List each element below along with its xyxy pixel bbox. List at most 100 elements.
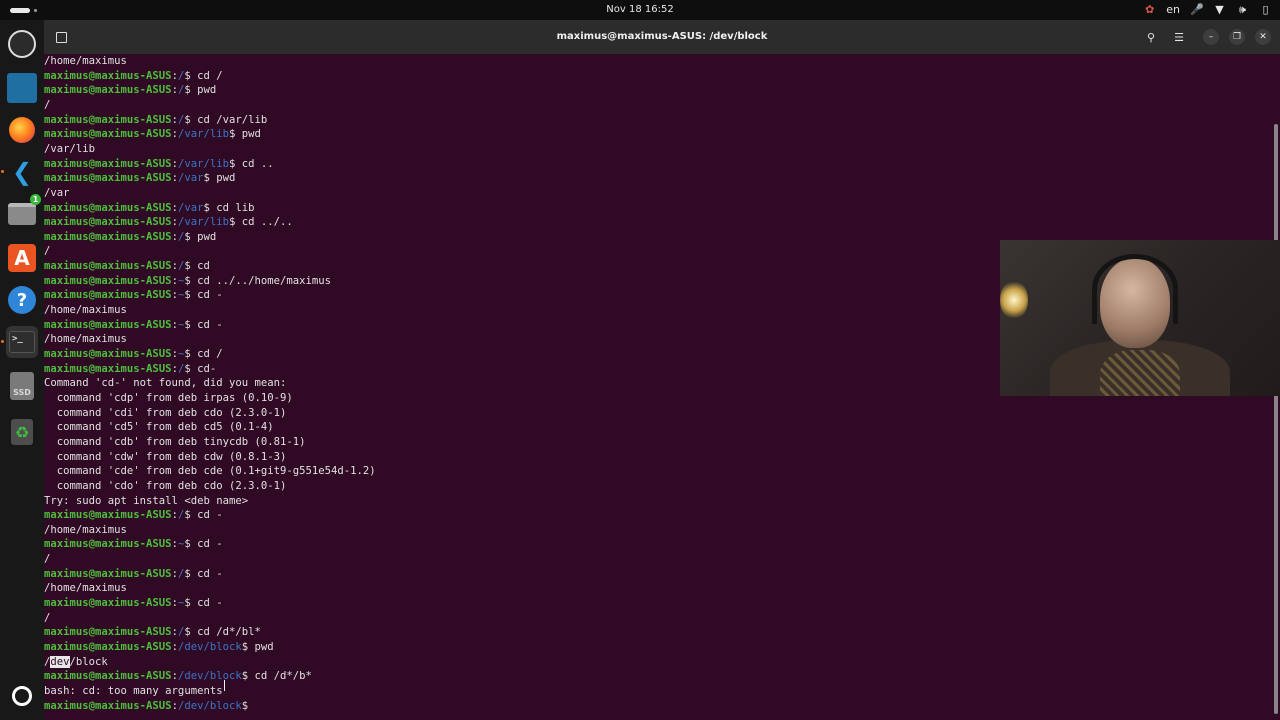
command-text: cd lib <box>216 201 255 214</box>
output-line: / <box>44 244 50 258</box>
prompt-line: maximus@maximus-ASUS:/$ cd - <box>44 567 223 581</box>
dock-item-help[interactable]: ? <box>6 284 38 316</box>
minimize-button[interactable]: – <box>1203 29 1219 45</box>
firefox-icon <box>9 117 35 143</box>
lamp-light <box>1000 280 1028 320</box>
prompt-line: maximus@maximus-ASUS:~$ cd ../../home/ma… <box>44 274 331 288</box>
prompt-symbol: $ <box>203 201 217 214</box>
ssd-icon: SSD <box>10 372 34 400</box>
output-text: /block <box>69 655 108 668</box>
prompt-symbol: $ <box>184 348 198 360</box>
prompt-symbol: $ <box>203 172 217 185</box>
output-text: command 'cd5' from deb cd5 (0.1-4) <box>44 421 274 434</box>
prompt-symbol: $ <box>241 670 255 683</box>
mouse-cursor <box>224 680 225 691</box>
prompt-symbol: $ <box>184 626 198 639</box>
selected-text: dev <box>50 655 70 668</box>
output-line: command 'cdw' from deb cdw (0.8.1-3) <box>44 450 287 464</box>
output-line: / <box>44 611 50 625</box>
scrollbar[interactable] <box>1274 124 1278 714</box>
prompt-line: maximus@maximus-ASUS:/$ cd /var/lib <box>44 113 267 127</box>
prompt-user: maximus@maximus-ASUS <box>44 216 172 229</box>
prompt-user: maximus@maximus-ASUS <box>44 362 172 375</box>
microphone-icon[interactable]: 🎤 <box>1190 3 1204 16</box>
terminal-icon: >_ <box>9 331 35 353</box>
output-line: /var/lib <box>44 142 95 156</box>
files-icon <box>8 203 36 225</box>
prompt-user: maximus@maximus-ASUS <box>44 348 172 360</box>
prompt-line: maximus@maximus-ASUS:/$ cd- <box>44 362 216 376</box>
prompt-path: /dev/block <box>177 641 242 653</box>
prompt-user: maximus@maximus-ASUS <box>44 509 172 522</box>
output-line: / <box>44 552 50 566</box>
prompt-user: maximus@maximus-ASUS <box>44 538 172 551</box>
volume-icon[interactable]: 🕪 <box>1236 3 1249 16</box>
running-indicator <box>1 340 4 343</box>
shirt-pattern <box>1100 350 1180 396</box>
trash-icon: ♻ <box>11 419 33 445</box>
output-text: / <box>44 553 51 566</box>
command-text: pwd <box>254 641 274 653</box>
dock-item-obs[interactable] <box>6 28 38 60</box>
app-center-icon: A <box>8 244 36 272</box>
notification-badge: 1 <box>30 194 41 205</box>
clock[interactable]: Nov 18 16:52 <box>0 4 1280 15</box>
ubuntu-pro-icon[interactable]: ✿ <box>1143 3 1156 16</box>
output-text: /home/maximus <box>44 304 127 317</box>
command-text: cd - <box>197 289 223 302</box>
show-apps-button[interactable] <box>6 680 38 712</box>
prompt-line: maximus@maximus-ASUS:/$ cd <box>44 259 210 273</box>
close-icon: ✕ <box>1259 32 1267 42</box>
output-text: /home/maximus <box>44 55 127 67</box>
dock: ❮ 1 A ? >_ SSD ♻ <box>0 20 44 720</box>
battery-icon[interactable]: ▯ <box>1259 3 1272 16</box>
command-text: pwd <box>241 128 261 141</box>
dock-item-app-panel[interactable] <box>6 72 38 104</box>
system-tray[interactable]: ✿ en 🎤 ▼ 🕪 ▯ <box>1143 3 1272 16</box>
output-line: command 'cd5' from deb cd5 (0.1-4) <box>44 420 274 434</box>
dock-item-ssd[interactable]: SSD <box>6 370 38 402</box>
prompt-line: maximus@maximus-ASUS:/$ cd /d*/bl* <box>44 625 261 639</box>
output-line: command 'cde' from deb cde (0.1+git9-g55… <box>44 464 376 478</box>
prompt-user: maximus@maximus-ASUS <box>44 626 172 639</box>
prompt-user: maximus@maximus-ASUS <box>44 69 172 82</box>
output-line: Try: sudo apt install <deb name> <box>44 494 248 508</box>
restore-icon: ❐ <box>1232 32 1242 42</box>
prompt-line: maximus@maximus-ASUS:/$ pwd <box>44 83 216 97</box>
close-button[interactable]: ✕ <box>1255 29 1271 45</box>
command-text: cd- <box>197 362 217 375</box>
output-text: bash: cd: too many arguments <box>44 684 223 697</box>
prompt-symbol: $ <box>184 597 198 610</box>
command-text: pwd <box>197 230 217 243</box>
maximize-button[interactable]: ❐ <box>1229 29 1245 45</box>
search-icon: ⚲ <box>1146 30 1156 44</box>
prompt-path: /var/lib <box>177 216 229 229</box>
prompt-symbol: $ <box>184 230 198 243</box>
dock-item-terminal[interactable]: >_ <box>1 326 38 358</box>
dock-item-firefox[interactable] <box>6 114 38 146</box>
command-text: cd ../.. <box>241 216 293 229</box>
prompt-line: maximus@maximus-ASUS:~$ cd - <box>44 318 223 332</box>
search-button[interactable]: ⚲ <box>1140 27 1162 47</box>
prompt-user: maximus@maximus-ASUS <box>44 172 172 185</box>
dock-item-vscode[interactable]: ❮ <box>1 156 38 188</box>
prompt-line: maximus@maximus-ASUS:/$ cd - <box>44 508 223 522</box>
prompt-line: maximus@maximus-ASUS:/var$ cd lib <box>44 201 255 215</box>
input-language[interactable]: en <box>1166 3 1180 16</box>
command-text: cd - <box>197 597 223 610</box>
dock-item-files[interactable]: 1 <box>6 194 41 230</box>
dock-item-app-center[interactable]: A <box>6 242 38 274</box>
prompt-symbol: $ <box>184 260 198 273</box>
wifi-icon[interactable]: ▼ <box>1213 3 1226 16</box>
output-text: / <box>44 611 51 624</box>
obs-icon <box>8 30 36 58</box>
prompt-line: maximus@maximus-ASUS:/dev/block$ pwd <box>44 640 274 654</box>
menu-button[interactable]: ☰ <box>1168 27 1190 47</box>
output-text: /home/maximus <box>44 523 127 536</box>
dock-item-trash[interactable]: ♻ <box>6 416 38 448</box>
output-line: command 'cdp' from deb irpas (0.10-9) <box>44 391 293 405</box>
output-line: /home/maximus <box>44 303 127 317</box>
prompt-line: maximus@maximus-ASUS:/var/lib$ cd ../.. <box>44 215 293 229</box>
prompt-user: maximus@maximus-ASUS <box>44 113 172 126</box>
output-text: /var/lib <box>44 142 96 155</box>
